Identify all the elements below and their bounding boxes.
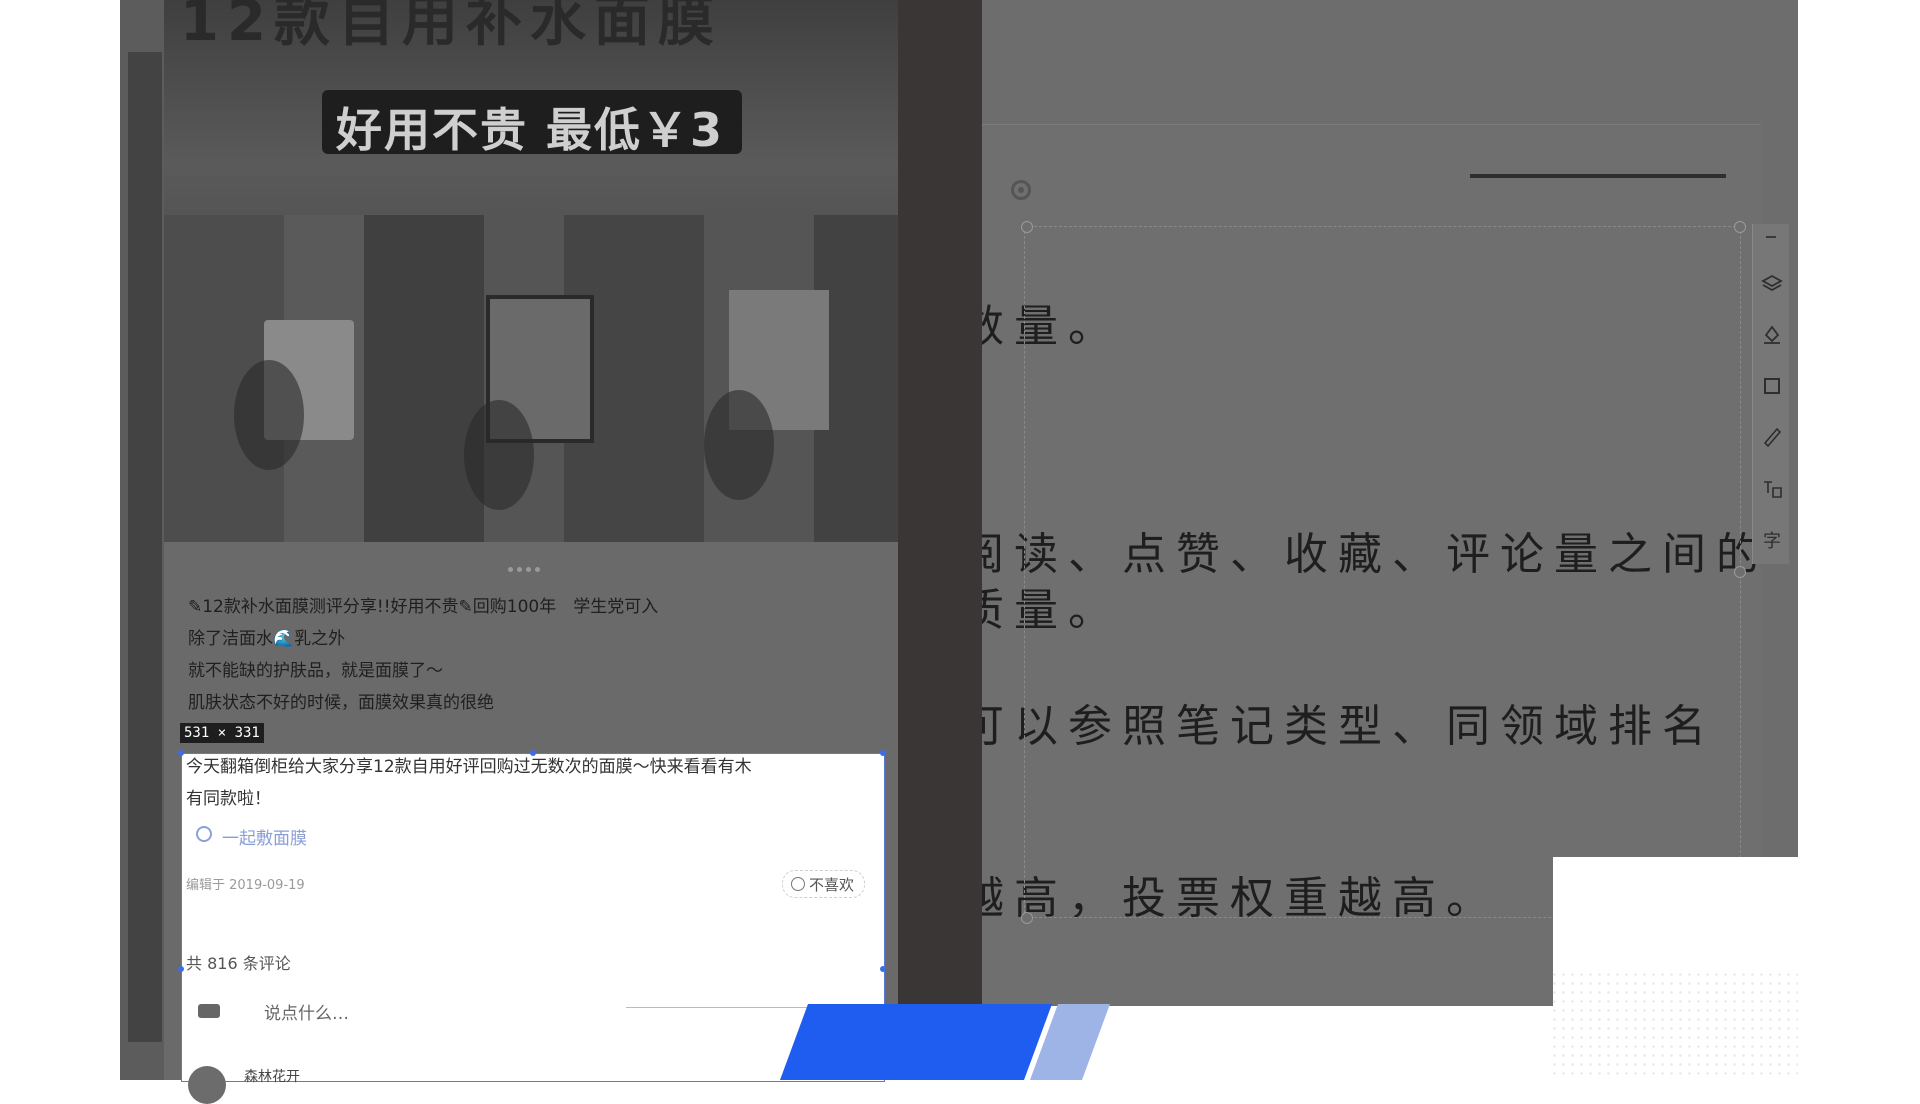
carousel-dots[interactable] (508, 557, 544, 576)
post-line-3: 就不能缺的护肤品，就是面膜了～ (188, 661, 443, 681)
dislike-button[interactable]: 不喜欢 (782, 870, 866, 898)
dislike-label: 不喜欢 (809, 875, 855, 894)
minus-icon[interactable] (1766, 236, 1776, 238)
selection-handle[interactable] (178, 750, 184, 756)
resize-handle[interactable] (1734, 566, 1746, 578)
dislike-icon (791, 877, 805, 891)
topic-tag[interactable]: 一起敷面膜 (222, 824, 307, 849)
transform-icon[interactable] (1760, 476, 1784, 500)
text-selection-box[interactable] (1024, 226, 1741, 918)
post-cover-image[interactable] (164, 0, 898, 542)
comment-count: 共 816 条评论 (186, 954, 291, 973)
blue-decor-shape (780, 1004, 1052, 1080)
post-line-4: 肌肤状态不好的时候，面膜效果真的很绝 (188, 693, 494, 713)
post-white-line-1: 今天翻箱倒柜给大家分享12款自用好评回购过无数次的面膜～快来看看有木 (186, 757, 752, 777)
cover-title: 12款自用补水面膜 (180, 0, 900, 54)
commenter-avatar[interactable] (188, 1066, 226, 1104)
user-avatar-icon (198, 1004, 220, 1018)
post-white-line-2: 有同款啦！ (186, 789, 271, 809)
layers-icon[interactable] (1760, 272, 1784, 296)
post-line-1: ✎12款补水面膜测评分享!!好用不贵✎回购100年 学生党可入 (188, 597, 659, 617)
cover-subtitle: 好用不贵 最低￥3 (336, 103, 725, 157)
screenshot-selection[interactable] (181, 753, 885, 1082)
comment-input[interactable]: 说点什么… (264, 999, 349, 1024)
pen-icon[interactable] (1760, 424, 1784, 448)
resize-handle[interactable] (1021, 221, 1033, 233)
dotted-pattern (1550, 970, 1798, 1080)
commenter-name[interactable]: 森林花开 (244, 1066, 300, 1086)
fill-icon[interactable] (1760, 322, 1784, 346)
selection-size-label: 531 × 331 (180, 723, 264, 743)
selection-handle[interactable] (880, 966, 886, 972)
selection-handle[interactable] (178, 966, 184, 972)
text-icon[interactable]: 字 (1760, 528, 1784, 552)
selection-handle[interactable] (880, 750, 886, 756)
post-line-2: 除了洁面水🌊乳之外 (188, 629, 346, 649)
left-panel-shadow (128, 52, 162, 1042)
window-divider (898, 0, 982, 1006)
post-date: 编辑于 2019-09-19 (186, 878, 305, 893)
resize-handle[interactable] (1734, 221, 1746, 233)
crop-icon[interactable] (1760, 374, 1784, 398)
slide-decor-line (1470, 174, 1726, 178)
topic-icon (196, 826, 212, 842)
resize-handle[interactable] (1021, 912, 1033, 924)
rotate-handle-icon[interactable] (1011, 180, 1031, 200)
